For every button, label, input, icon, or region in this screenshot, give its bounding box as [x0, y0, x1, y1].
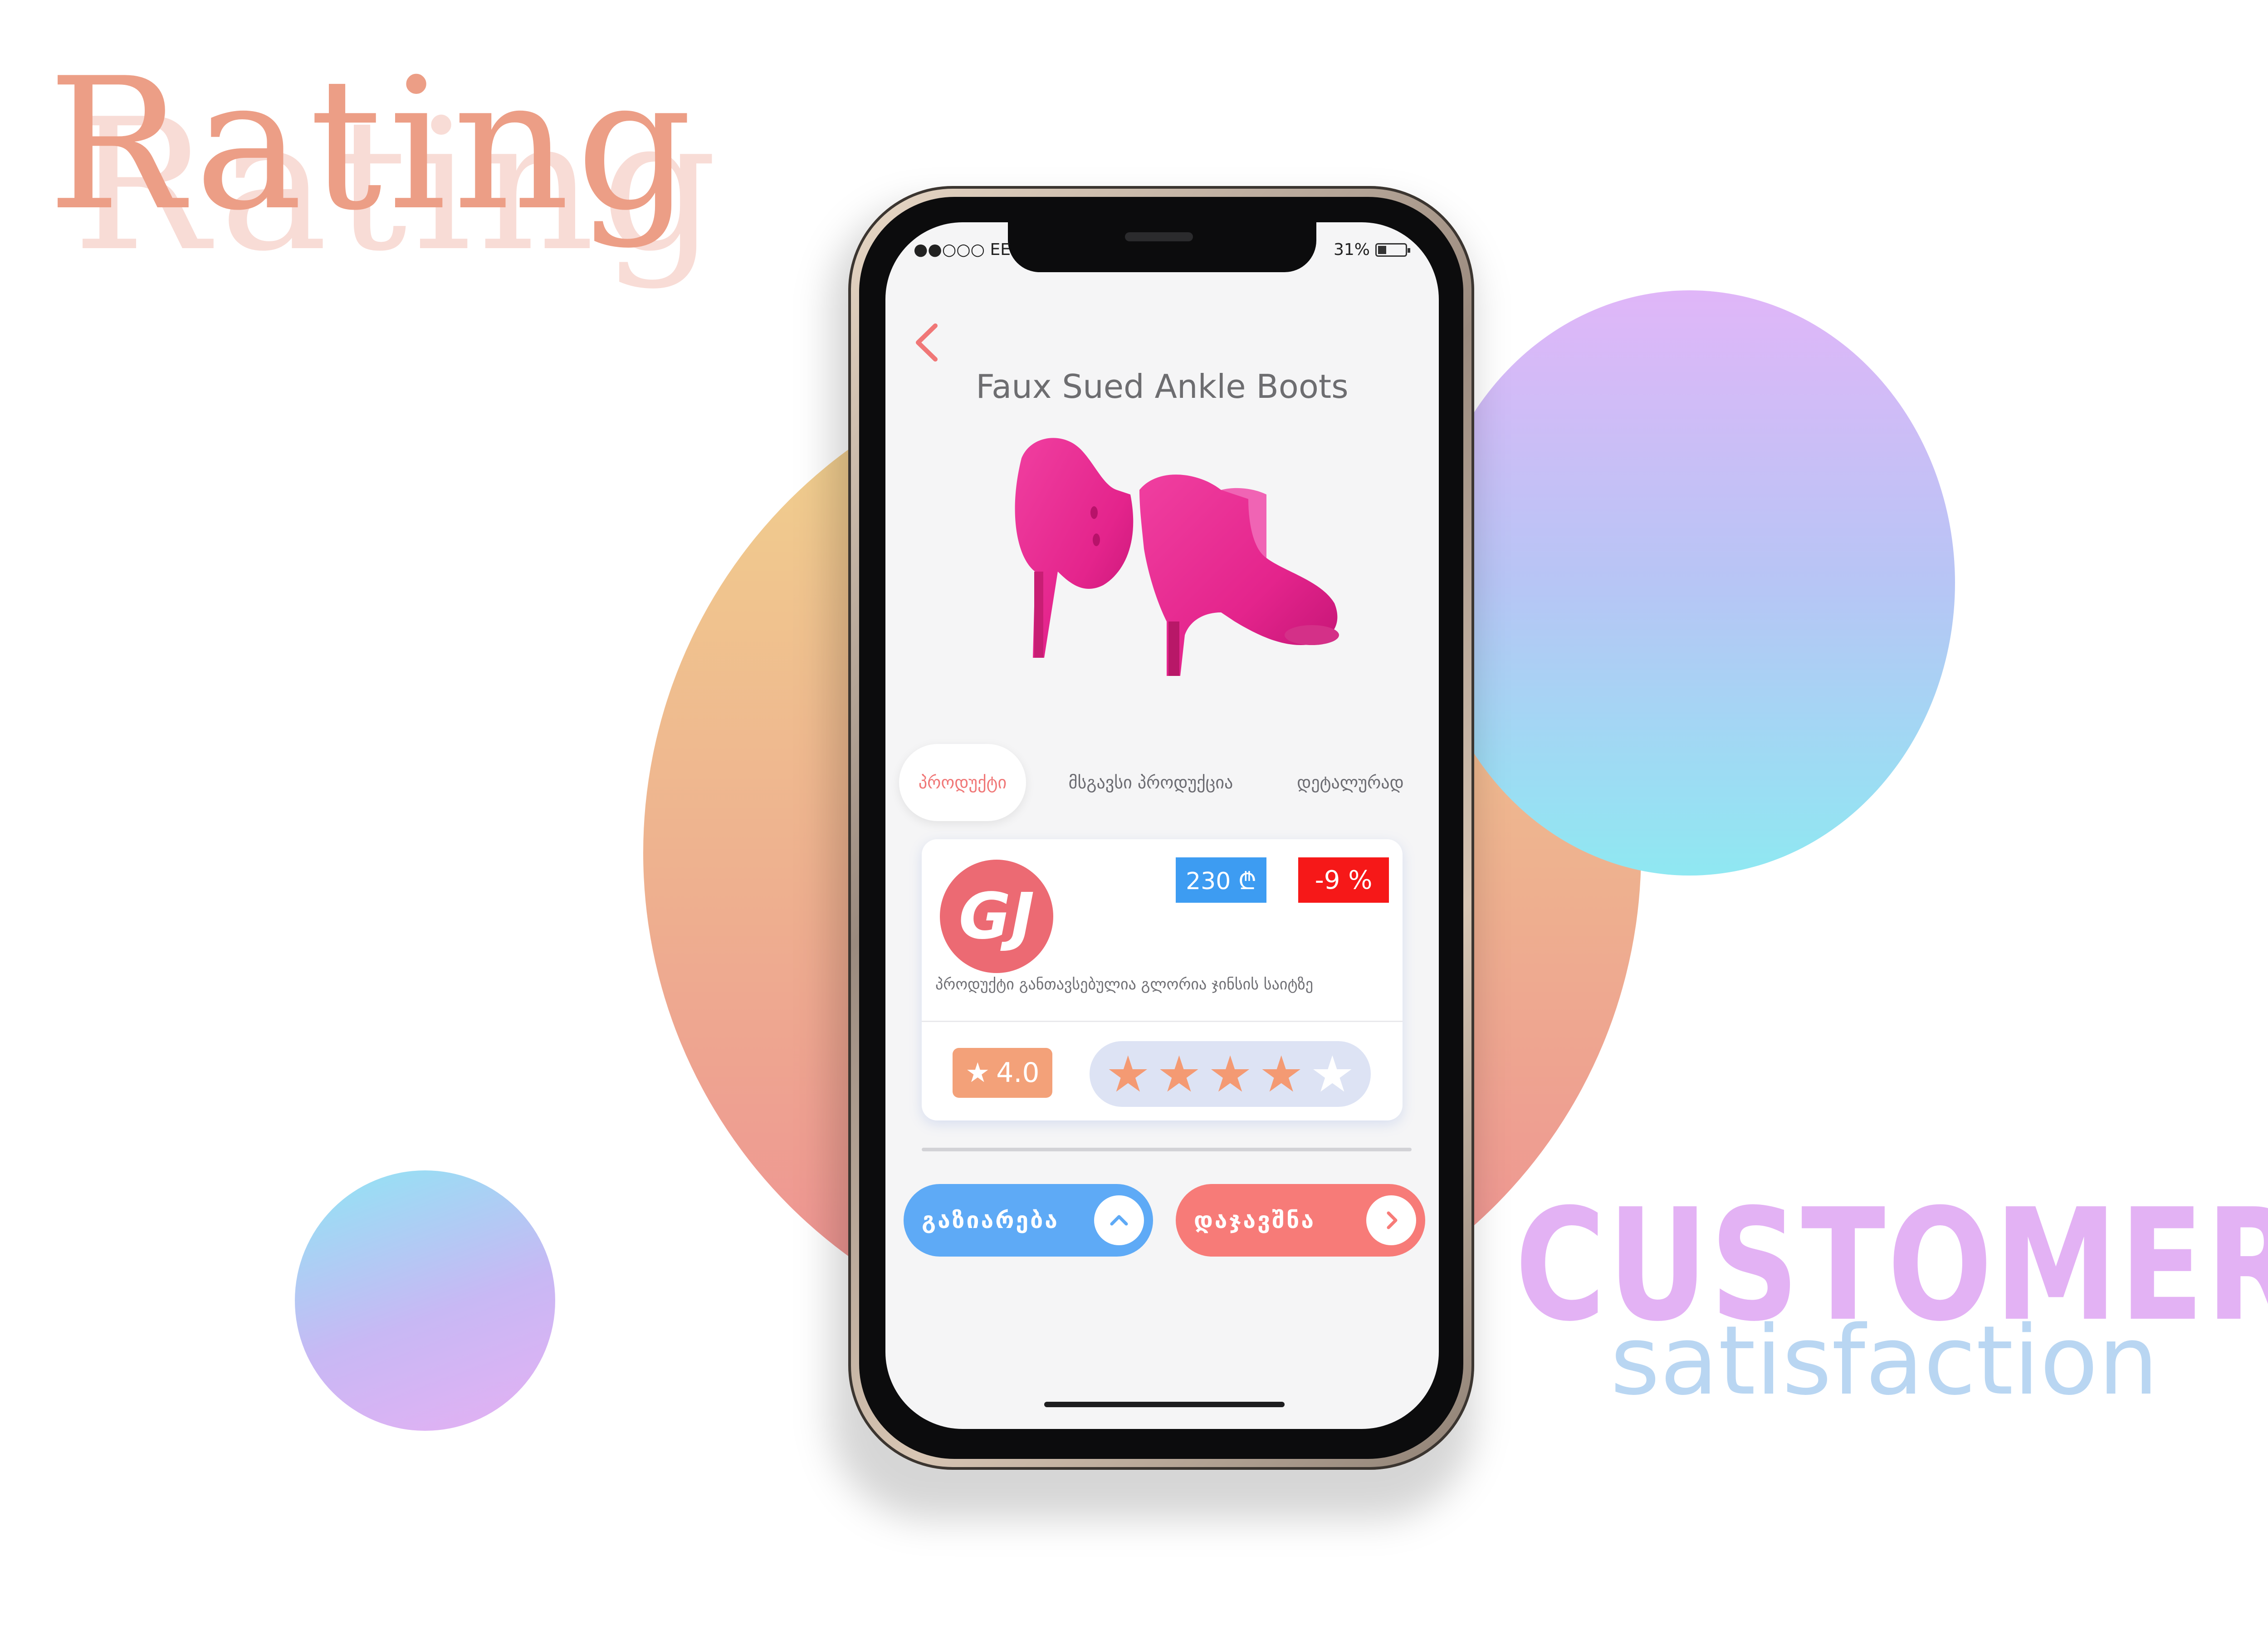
- tab-details[interactable]: დეტალურად: [1266, 744, 1434, 821]
- star-filled-icon[interactable]: ★: [1259, 1049, 1304, 1099]
- decorative-circle-small: [295, 1170, 555, 1431]
- reserve-button-label: დაჯავშნა: [1194, 1207, 1316, 1233]
- card-divider: [922, 1021, 1403, 1022]
- tab-product[interactable]: პროდუქტი: [899, 744, 1026, 821]
- product-title: Faux Sued Ankle Boots: [976, 367, 1349, 406]
- poster-title: Rating: [48, 39, 699, 250]
- price-badge: 230 ₾: [1176, 857, 1266, 903]
- star-icon: ★: [965, 1057, 990, 1089]
- phone-notch: [1008, 222, 1316, 272]
- chevron-right-icon: [1366, 1195, 1416, 1245]
- reserve-button[interactable]: დაჯავშნა: [1176, 1184, 1425, 1257]
- decorative-circle-purple: [1424, 290, 1955, 876]
- poster-tagline-sub: satisfaction: [1610, 1305, 2159, 1416]
- rating-badge: ★ 4.0: [953, 1048, 1052, 1098]
- share-button[interactable]: გაზიარება: [904, 1184, 1153, 1257]
- section-divider: [922, 1148, 1412, 1151]
- star-rating-control[interactable]: ★ ★ ★ ★ ★: [1090, 1041, 1371, 1107]
- pink-ankle-boots-image: [1015, 438, 1339, 676]
- status-battery: 31%: [1333, 240, 1410, 259]
- star-filled-icon[interactable]: ★: [1105, 1049, 1150, 1099]
- tab-similar-products[interactable]: მსგავსი პროდუქცია: [1049, 744, 1253, 821]
- status-carrier: ●●○○○ EE: [914, 240, 1011, 259]
- store-description: პროდუქტი განთავსებულია გლორია ჯინსის საი…: [935, 975, 1313, 993]
- home-indicator: [1044, 1402, 1285, 1407]
- product-info-card: GJ 230 ₾ -9 % პროდუქტი განთავსებულია გლო…: [922, 839, 1403, 1120]
- product-tabs: პროდუქტი მსგავსი პროდუქცია დეტალურად: [899, 744, 1439, 821]
- phone-screen: ●●○○○ EE 31% Faux Sued Ankle Boots პროდუ…: [885, 222, 1439, 1429]
- star-empty-icon[interactable]: ★: [1310, 1049, 1355, 1099]
- chevron-up-icon: [1094, 1195, 1144, 1245]
- phone-speaker: [1125, 232, 1193, 241]
- star-filled-icon[interactable]: ★: [1208, 1049, 1253, 1099]
- battery-icon: [1375, 243, 1410, 257]
- brand-logo: GJ: [940, 860, 1053, 973]
- back-arrow-icon[interactable]: [907, 318, 948, 367]
- share-button-label: გაზიარება: [922, 1207, 1059, 1233]
- battery-percent: 31%: [1333, 240, 1370, 259]
- star-filled-icon[interactable]: ★: [1157, 1049, 1202, 1099]
- discount-badge: -9 %: [1298, 857, 1389, 903]
- rating-value: 4.0: [996, 1057, 1040, 1089]
